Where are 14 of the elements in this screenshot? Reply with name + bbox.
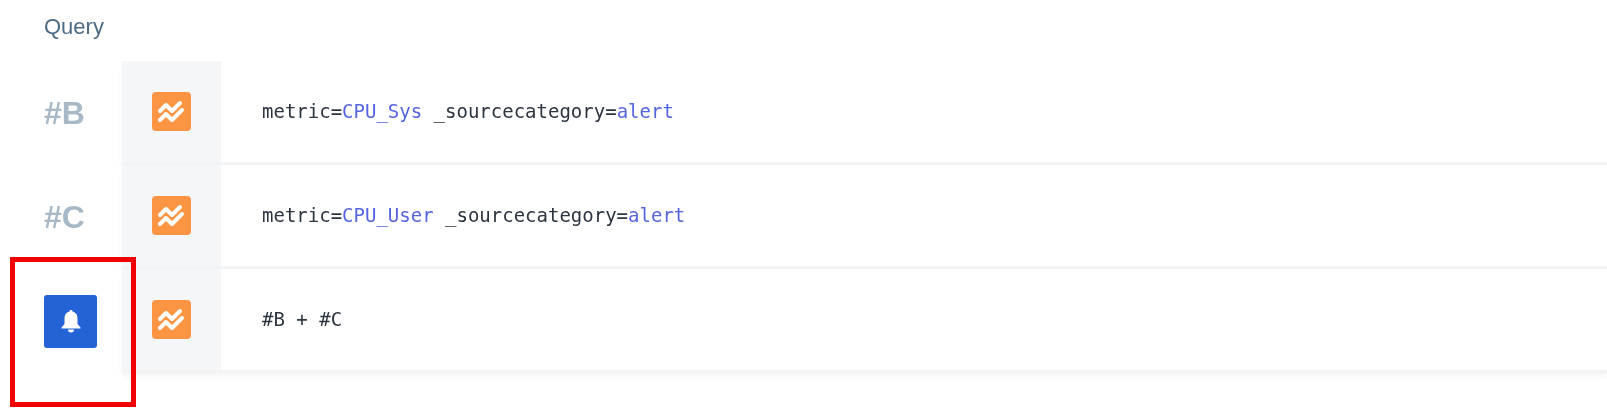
query-text: #B + #C <box>261 307 343 333</box>
query-heading: Query <box>43 13 105 41</box>
line-chart-icon <box>152 300 191 339</box>
query-row[interactable]: #B + #C <box>122 269 1607 373</box>
bell-icon <box>59 309 82 333</box>
line-chart-icon <box>152 92 191 131</box>
line-chart-icon <box>152 196 191 235</box>
query-row[interactable]: metric=CPU_Sys _sourcecategory=alert <box>122 61 1607 165</box>
query-label: #B <box>44 94 85 133</box>
query-text: metric=CPU_Sys _sourcecategory=alert <box>261 99 674 125</box>
query-row[interactable]: metric=CPU_User _sourcecategory=alert <box>122 165 1607 269</box>
query-text: metric=CPU_User _sourcecategory=alert <box>261 203 686 229</box>
query-label: #C <box>44 198 85 237</box>
alert-button[interactable] <box>44 294 97 348</box>
